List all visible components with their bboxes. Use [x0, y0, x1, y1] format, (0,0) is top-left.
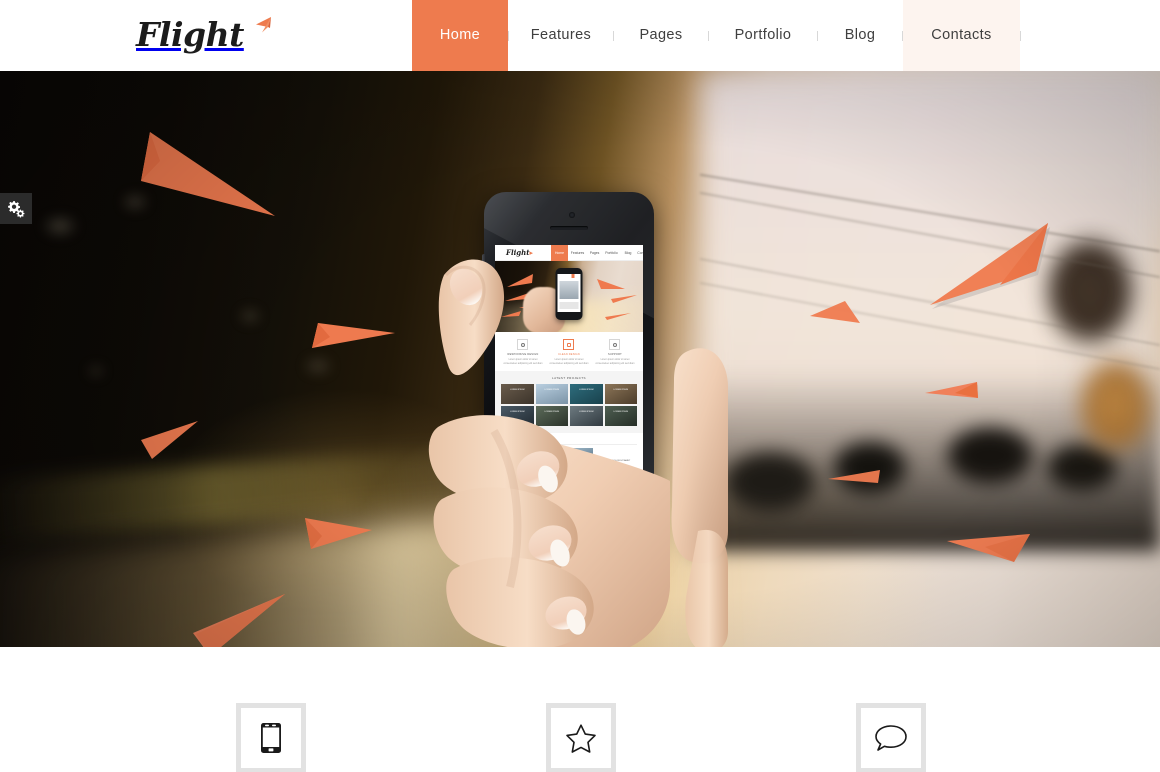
preview-feature-text: Lorem ipsum dolor sit amet consectetuer …	[595, 358, 635, 365]
preview-nav-pages[interactable]: Pages	[587, 245, 602, 261]
preview-news-item[interactable]: LOREM IPSUM DOLOR SIT AMET Lorem ipsum d…	[501, 448, 567, 498]
phone-front-camera	[569, 212, 575, 218]
page-root: Flight Home Features Pages Portfolio Blo…	[0, 0, 1160, 772]
preview-paper-planes-right	[597, 279, 637, 320]
main-nav: Home Features Pages Portfolio Blog Conta…	[412, 0, 1021, 71]
preview-news: LATEST NEWS LOREM IPSUM DOLOR SIT AMET L…	[495, 433, 643, 498]
preview-logo-text: Flight	[506, 248, 530, 257]
nav-label-blog: Blog	[844, 26, 876, 43]
preview-logo-plane-icon: ▸	[529, 248, 534, 257]
nav-item-features[interactable]: Features	[509, 0, 613, 71]
preview-feature-clean[interactable]: CLEAN DESIGN Lorem ipsum dolor sit amet …	[548, 339, 589, 365]
site-logo[interactable]: Flight	[136, 11, 272, 57]
settings-toggle-button[interactable]	[0, 193, 32, 224]
smartphone-device: Flight▸ Home Features Pages Portfolio Bl…	[482, 192, 654, 555]
preview-phone-nav	[557, 274, 581, 278]
nav-label-home: Home	[439, 26, 481, 43]
feature-box-chat[interactable]	[856, 703, 926, 772]
preview-project-cell[interactable]: LOREM IPSUM	[570, 384, 603, 405]
square-icon	[563, 339, 575, 350]
preview-nav-features[interactable]: Features	[568, 245, 587, 261]
preview-news-text: Lorem ipsum dolor sit amet consectetuer …	[596, 478, 634, 498]
paper-plane-icon	[246, 15, 272, 41]
nav-item-home[interactable]: Home	[412, 0, 508, 71]
phone-website-preview: Flight▸ Home Features Pages Portfolio Bl…	[495, 245, 643, 498]
preview-feature-title: CLEAN DESIGN	[558, 353, 580, 356]
site-header: Flight Home Features Pages Portfolio Blo…	[0, 0, 1160, 71]
nav-label-contacts: Contacts	[931, 26, 992, 43]
preview-phone-body	[559, 302, 579, 309]
hero-banner: Flight▸ Home Features Pages Portfolio Bl…	[0, 71, 1160, 647]
preview-phone-screen	[557, 274, 581, 312]
phone-screen[interactable]: Flight▸ Home Features Pages Portfolio Bl…	[495, 245, 643, 498]
preview-project-cell[interactable]: LOREM IPSUM	[501, 384, 534, 405]
mobile-phone-icon	[261, 723, 281, 753]
preview-nav-blog[interactable]: Blog	[621, 245, 635, 261]
nav-label-pages: Pages	[639, 26, 683, 43]
preview-project-cell[interactable]: LOREM IPSUM	[604, 384, 637, 405]
preview-news-thumb	[571, 448, 593, 464]
preview-feature-text: Lorem ipsum dolor sit amet consectetuer …	[503, 358, 543, 365]
preview-project-cell[interactable]: LOREM IPSUM	[535, 384, 568, 405]
phone-volume-down-button[interactable]	[482, 306, 485, 322]
nav-label-features: Features	[530, 26, 592, 43]
preview-news-item[interactable]: LOREM IPSUM DOLOR SIT AMET Lorem ipsum d…	[571, 448, 637, 498]
phone-home-button[interactable]	[554, 516, 584, 545]
nav-item-pages[interactable]: Pages	[614, 0, 708, 71]
preview-phone-hero	[559, 281, 579, 299]
phone-earpiece	[550, 226, 588, 230]
preview-projects: LATEST PROJECTS LOREM IPSUM LOREM IPSUM …	[495, 371, 643, 434]
preview-nav: Home Features Pages Portfolio Blog Conta…	[551, 245, 643, 261]
phone-silent-switch[interactable]	[482, 254, 485, 266]
logo-text: Flight	[136, 14, 244, 54]
preview-nav-contacts[interactable]: Contacts	[635, 245, 643, 261]
preview-header: Flight▸ Home Features Pages Portfolio Bl…	[495, 245, 643, 261]
preview-logo: Flight▸	[506, 248, 533, 257]
features-section	[0, 647, 1160, 772]
preview-feature-responsive[interactable]: RESPONSIVE DESIGN Lorem ipsum dolor sit …	[502, 339, 543, 365]
nav-label-portfolio: Portfolio	[734, 26, 792, 43]
preview-nav-home[interactable]: Home	[551, 245, 568, 261]
preview-projects-grid: LOREM IPSUM LOREM IPSUM LOREM IPSUM LORE…	[501, 384, 637, 427]
preview-features: RESPONSIVE DESIGN Lorem ipsum dolor sit …	[495, 332, 643, 372]
preview-project-cell[interactable]: LOREM IPSUM	[535, 406, 568, 427]
preview-feature-title: RESPONSIVE DESIGN	[507, 353, 539, 356]
preview-news-title: LOREM IPSUM DOLOR SIT AMET	[596, 460, 631, 463]
phone-volume-up-button[interactable]	[482, 284, 485, 300]
nav-item-portfolio[interactable]: Portfolio	[709, 0, 817, 71]
preview-news-thumb	[501, 448, 523, 464]
preview-news-heading: LATEST NEWS	[501, 438, 637, 446]
nav-item-blog[interactable]: Blog	[818, 0, 902, 71]
preview-nav-portfolio[interactable]: Portfolio	[602, 245, 621, 261]
gear-icon	[609, 339, 621, 350]
speech-bubble-icon	[875, 725, 907, 751]
preview-project-cell[interactable]: LOREM IPSUM	[501, 406, 534, 427]
monitor-icon	[517, 339, 529, 350]
preview-feature-text: Lorem ipsum dolor sit amet consectetuer …	[549, 358, 589, 365]
preview-feature-title: SUPPORT	[608, 353, 622, 356]
feature-box-favorite[interactable]	[546, 703, 616, 772]
preview-news-title: LOREM IPSUM DOLOR SIT AMET	[526, 460, 561, 463]
preview-projects-heading: LATEST PROJECTS	[552, 376, 586, 381]
star-icon	[566, 723, 596, 753]
nav-item-contacts[interactable]: Contacts	[903, 0, 1020, 71]
preview-hero	[495, 261, 643, 332]
preview-news-text: Lorem ipsum dolor sit amet consectetuer …	[526, 478, 564, 498]
gear-icon	[8, 200, 25, 217]
preview-project-cell[interactable]: LOREM IPSUM	[604, 406, 637, 427]
preview-feature-support[interactable]: SUPPORT Lorem ipsum dolor sit amet conse…	[594, 339, 635, 365]
nav-separator	[1020, 30, 1021, 41]
preview-project-cell[interactable]: LOREM IPSUM	[570, 406, 603, 427]
preview-phone	[555, 268, 583, 320]
feature-box-mobile[interactable]	[236, 703, 306, 772]
